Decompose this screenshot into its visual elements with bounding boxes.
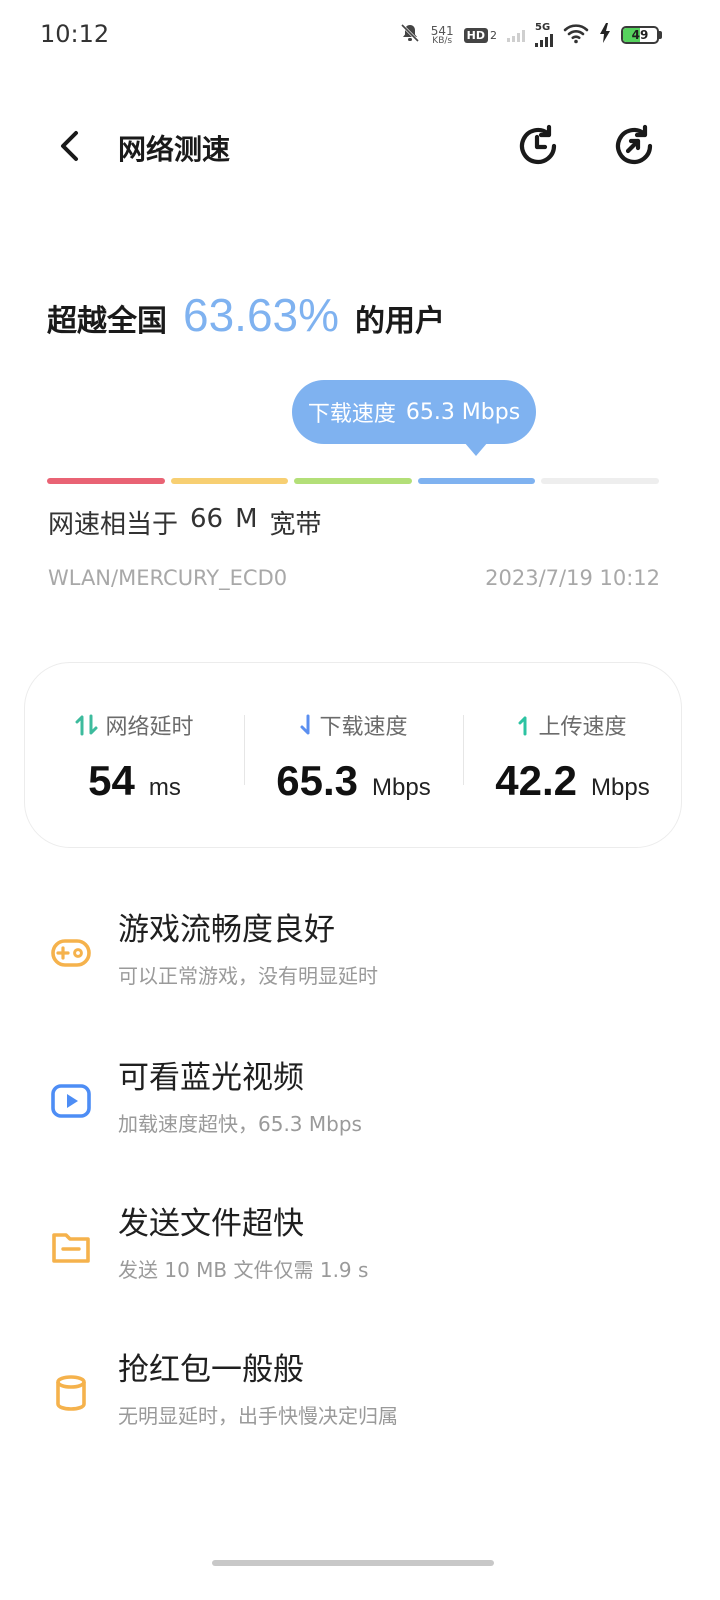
network-type-label: 5G	[535, 22, 551, 33]
sim1-signal-icon	[507, 28, 525, 42]
stat-upload: 上传速度 42.2 Mbps	[463, 663, 682, 849]
home-indicator[interactable]	[212, 1560, 494, 1566]
stat-value: 54	[88, 757, 135, 804]
stat-unit: Mbps	[372, 774, 431, 801]
battery-indicator: 49	[621, 26, 662, 44]
net-speed-indicator: 541 KB/s	[431, 25, 454, 46]
rank-prefix: 超越全国	[47, 304, 167, 339]
meter-segment	[47, 478, 165, 484]
feature-file-transfer: 发送文件超快 发送 10 MB 文件仅需 1.9 s	[0, 1198, 720, 1318]
feature-desc: 发送 10 MB 文件仅需 1.9 s	[118, 1258, 369, 1282]
hd-voice-indicator: HD 2	[463, 27, 497, 43]
test-datetime: 2023/7/19 10:12	[485, 566, 660, 590]
video-play-icon	[48, 1078, 94, 1124]
signal-bars-icon	[535, 33, 553, 47]
test-meta: WLAN/MERCURY_ECD0 2023/7/19 10:12	[48, 566, 660, 590]
feature-desc: 加载速度超快，65.3 Mbps	[118, 1112, 362, 1136]
battery-text: 49	[631, 28, 649, 42]
stat-value: 42.2	[495, 757, 578, 804]
refresh-icon	[615, 124, 653, 165]
stat-unit: Mbps	[591, 774, 650, 801]
feature-gaming: 游戏流畅度良好 可以正常游戏，没有明显延时	[0, 904, 720, 1024]
stat-unit: ms	[148, 774, 181, 801]
rank-summary: 超越全国 63.63% 的用户	[47, 288, 445, 342]
bubble-value: 65.3 Mbps	[405, 399, 521, 425]
meter-segment	[294, 478, 412, 484]
stat-label: 下载速度	[319, 715, 408, 740]
network-name: WLAN/MERCURY_ECD0	[48, 566, 288, 590]
stat-download: 下载速度 65.3 Mbps	[244, 663, 463, 849]
rank-percent: 63.63%	[183, 289, 340, 341]
retest-button[interactable]	[608, 120, 660, 172]
app-header: 网络测速	[0, 110, 720, 182]
feature-title: 抢红包一般般	[118, 1352, 304, 1388]
feature-red-packet: 抢红包一般般 无明显延时，出手快慢决定归属	[0, 1344, 720, 1464]
history-button[interactable]	[512, 120, 564, 172]
hd-sub: 2	[490, 28, 497, 42]
charging-bolt-icon	[599, 23, 611, 47]
latency-arrows-icon	[75, 714, 98, 736]
sim2-signal-indicator: 5G	[535, 23, 553, 47]
meter-segment-active	[417, 478, 536, 484]
status-bar: 10:12 541 KB/s HD 2 5G 49	[0, 0, 720, 70]
back-button[interactable]	[44, 120, 96, 172]
equiv-value: 66	[190, 504, 224, 534]
bubble-label: 下载速度	[307, 402, 396, 427]
speed-meter	[47, 478, 659, 486]
rank-suffix: 的用户	[355, 304, 446, 339]
equiv-prefix: 网速相当于	[48, 510, 179, 540]
page-title: 网络测速	[118, 133, 231, 166]
folder-icon	[48, 1224, 94, 1270]
gamepad-icon	[48, 930, 94, 976]
bandwidth-equivalent: 网速相当于 66 M 宽带	[48, 504, 322, 541]
net-speed-unit: KB/s	[432, 35, 453, 46]
feature-title: 游戏流畅度良好	[118, 912, 335, 948]
status-icons: 541 KB/s HD 2 5G 49	[399, 20, 662, 50]
chevron-left-icon	[61, 131, 78, 161]
net-speed-value: 541	[430, 23, 454, 38]
speed-bubble: 下载速度 65.3 Mbps	[292, 380, 536, 444]
status-time: 10:12	[40, 20, 110, 48]
feature-title: 可看蓝光视频	[118, 1060, 304, 1096]
stat-value: 65.3	[276, 757, 359, 804]
bell-muted-icon	[399, 22, 421, 48]
wifi-icon	[563, 22, 589, 48]
equiv-unit: M	[235, 504, 258, 534]
stats-card: 网络延时 54 ms 下载速度 65.3 Mbps 上传速度 42.2 Mbps	[24, 662, 682, 848]
meter-segment	[541, 478, 659, 484]
bubble-tail	[464, 442, 488, 456]
upload-arrow-icon	[518, 716, 527, 736]
meter-segment	[170, 478, 289, 484]
stat-label: 网络延时	[105, 715, 194, 740]
equiv-suffix: 宽带	[269, 510, 322, 540]
download-arrow-icon	[300, 714, 310, 735]
hd-label: HD	[463, 27, 488, 43]
feature-desc: 无明显延时，出手快慢决定归属	[118, 1404, 398, 1428]
cylinder-icon	[48, 1370, 94, 1416]
feature-video: 可看蓝光视频 加载速度超快，65.3 Mbps	[0, 1052, 720, 1172]
stat-latency: 网络延时 54 ms	[25, 663, 244, 849]
feature-title: 发送文件超快	[118, 1206, 304, 1242]
history-clock-icon	[519, 124, 557, 165]
stat-label: 上传速度	[538, 715, 627, 740]
feature-desc: 可以正常游戏，没有明显延时	[118, 964, 378, 988]
